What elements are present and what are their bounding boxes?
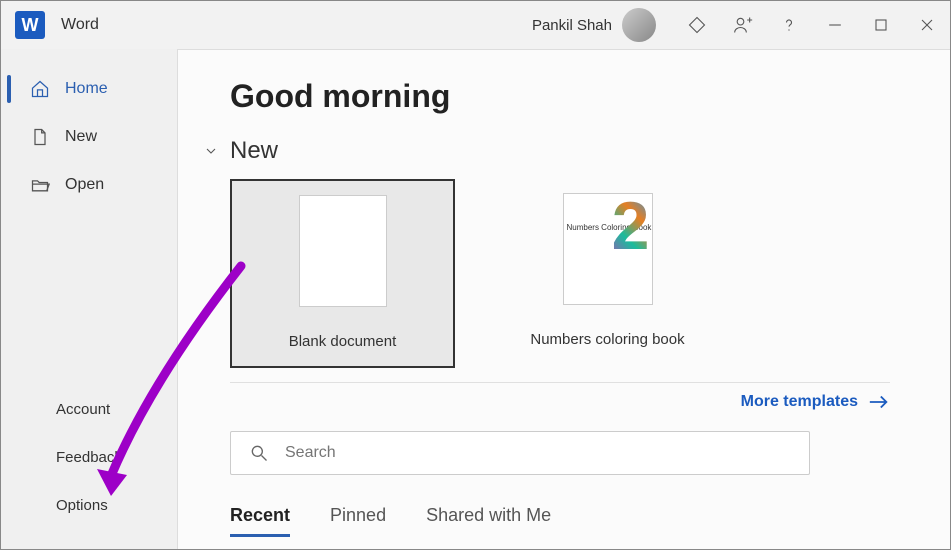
section-title: New: [230, 137, 278, 165]
minimize-button[interactable]: [812, 1, 858, 49]
tab-shared-with-me[interactable]: Shared with Me: [426, 505, 551, 537]
more-templates-link[interactable]: More templates: [230, 393, 890, 411]
content-area: Good morning New Blank document Numbers …: [177, 49, 950, 549]
sidebar-item-open[interactable]: Open: [1, 161, 177, 209]
search-icon: [249, 443, 269, 463]
divider: [230, 382, 890, 383]
account-manager-icon[interactable]: [720, 1, 766, 49]
coloring-book-icon: Numbers Coloring Book 2: [563, 193, 653, 305]
titlebar: W Word Pankil Shah: [1, 1, 950, 49]
template-numbers-coloring-book[interactable]: Numbers Coloring Book 2 Numbers coloring…: [495, 179, 720, 368]
folder-icon: [29, 174, 51, 196]
arrow-right-icon: [868, 394, 890, 410]
sidebar-item-feedback[interactable]: Feedback: [1, 433, 177, 481]
more-templates-label: More templates: [741, 393, 858, 411]
sidebar-item-account[interactable]: Account: [1, 385, 177, 433]
home-icon: [29, 78, 51, 100]
template-thumb: Numbers Coloring Book 2: [495, 179, 720, 319]
template-blank-document[interactable]: Blank document: [230, 179, 455, 368]
sidebar-item-label: Options: [56, 497, 108, 514]
sidebar-item-label: Account: [56, 401, 110, 418]
number-two-graphic: 2: [612, 196, 650, 257]
app-title: Word: [61, 16, 99, 34]
template-thumb: [232, 181, 453, 321]
help-icon[interactable]: [766, 1, 812, 49]
search-input[interactable]: [285, 444, 791, 462]
titlebar-right: Pankil Shah: [532, 1, 950, 49]
sidebar-item-label: New: [65, 128, 97, 146]
sidebar-item-label: Feedback: [56, 449, 122, 466]
main-area: Home New Open Account Feedback Options: [1, 49, 950, 549]
tab-recent[interactable]: Recent: [230, 505, 290, 537]
sidebar-bottom: Account Feedback Options: [1, 385, 177, 549]
search-box[interactable]: [230, 431, 810, 475]
close-button[interactable]: [904, 1, 950, 49]
word-app-icon: W: [15, 11, 45, 39]
user-name[interactable]: Pankil Shah: [532, 17, 612, 34]
maximize-button[interactable]: [858, 1, 904, 49]
sidebar-item-home[interactable]: Home: [1, 65, 177, 113]
sidebar-item-new[interactable]: New: [1, 113, 177, 161]
template-row: Blank document Numbers Coloring Book 2 N…: [230, 179, 950, 368]
page-title: Good morning: [230, 78, 950, 115]
blank-page-icon: [299, 195, 387, 307]
template-label: Numbers coloring book: [495, 319, 720, 364]
sidebar-item-label: Open: [65, 176, 104, 194]
avatar[interactable]: [622, 8, 656, 42]
diamond-icon[interactable]: [674, 1, 720, 49]
document-icon: [29, 126, 51, 148]
chevron-down-icon: [200, 140, 222, 162]
sidebar: Home New Open Account Feedback Options: [1, 49, 177, 549]
recent-tabs: Recent Pinned Shared with Me: [230, 505, 950, 537]
template-label: Blank document: [232, 321, 453, 366]
tab-pinned[interactable]: Pinned: [330, 505, 386, 537]
sidebar-item-options[interactable]: Options: [1, 481, 177, 529]
sidebar-item-label: Home: [65, 80, 108, 98]
new-section-header[interactable]: New: [200, 137, 950, 165]
